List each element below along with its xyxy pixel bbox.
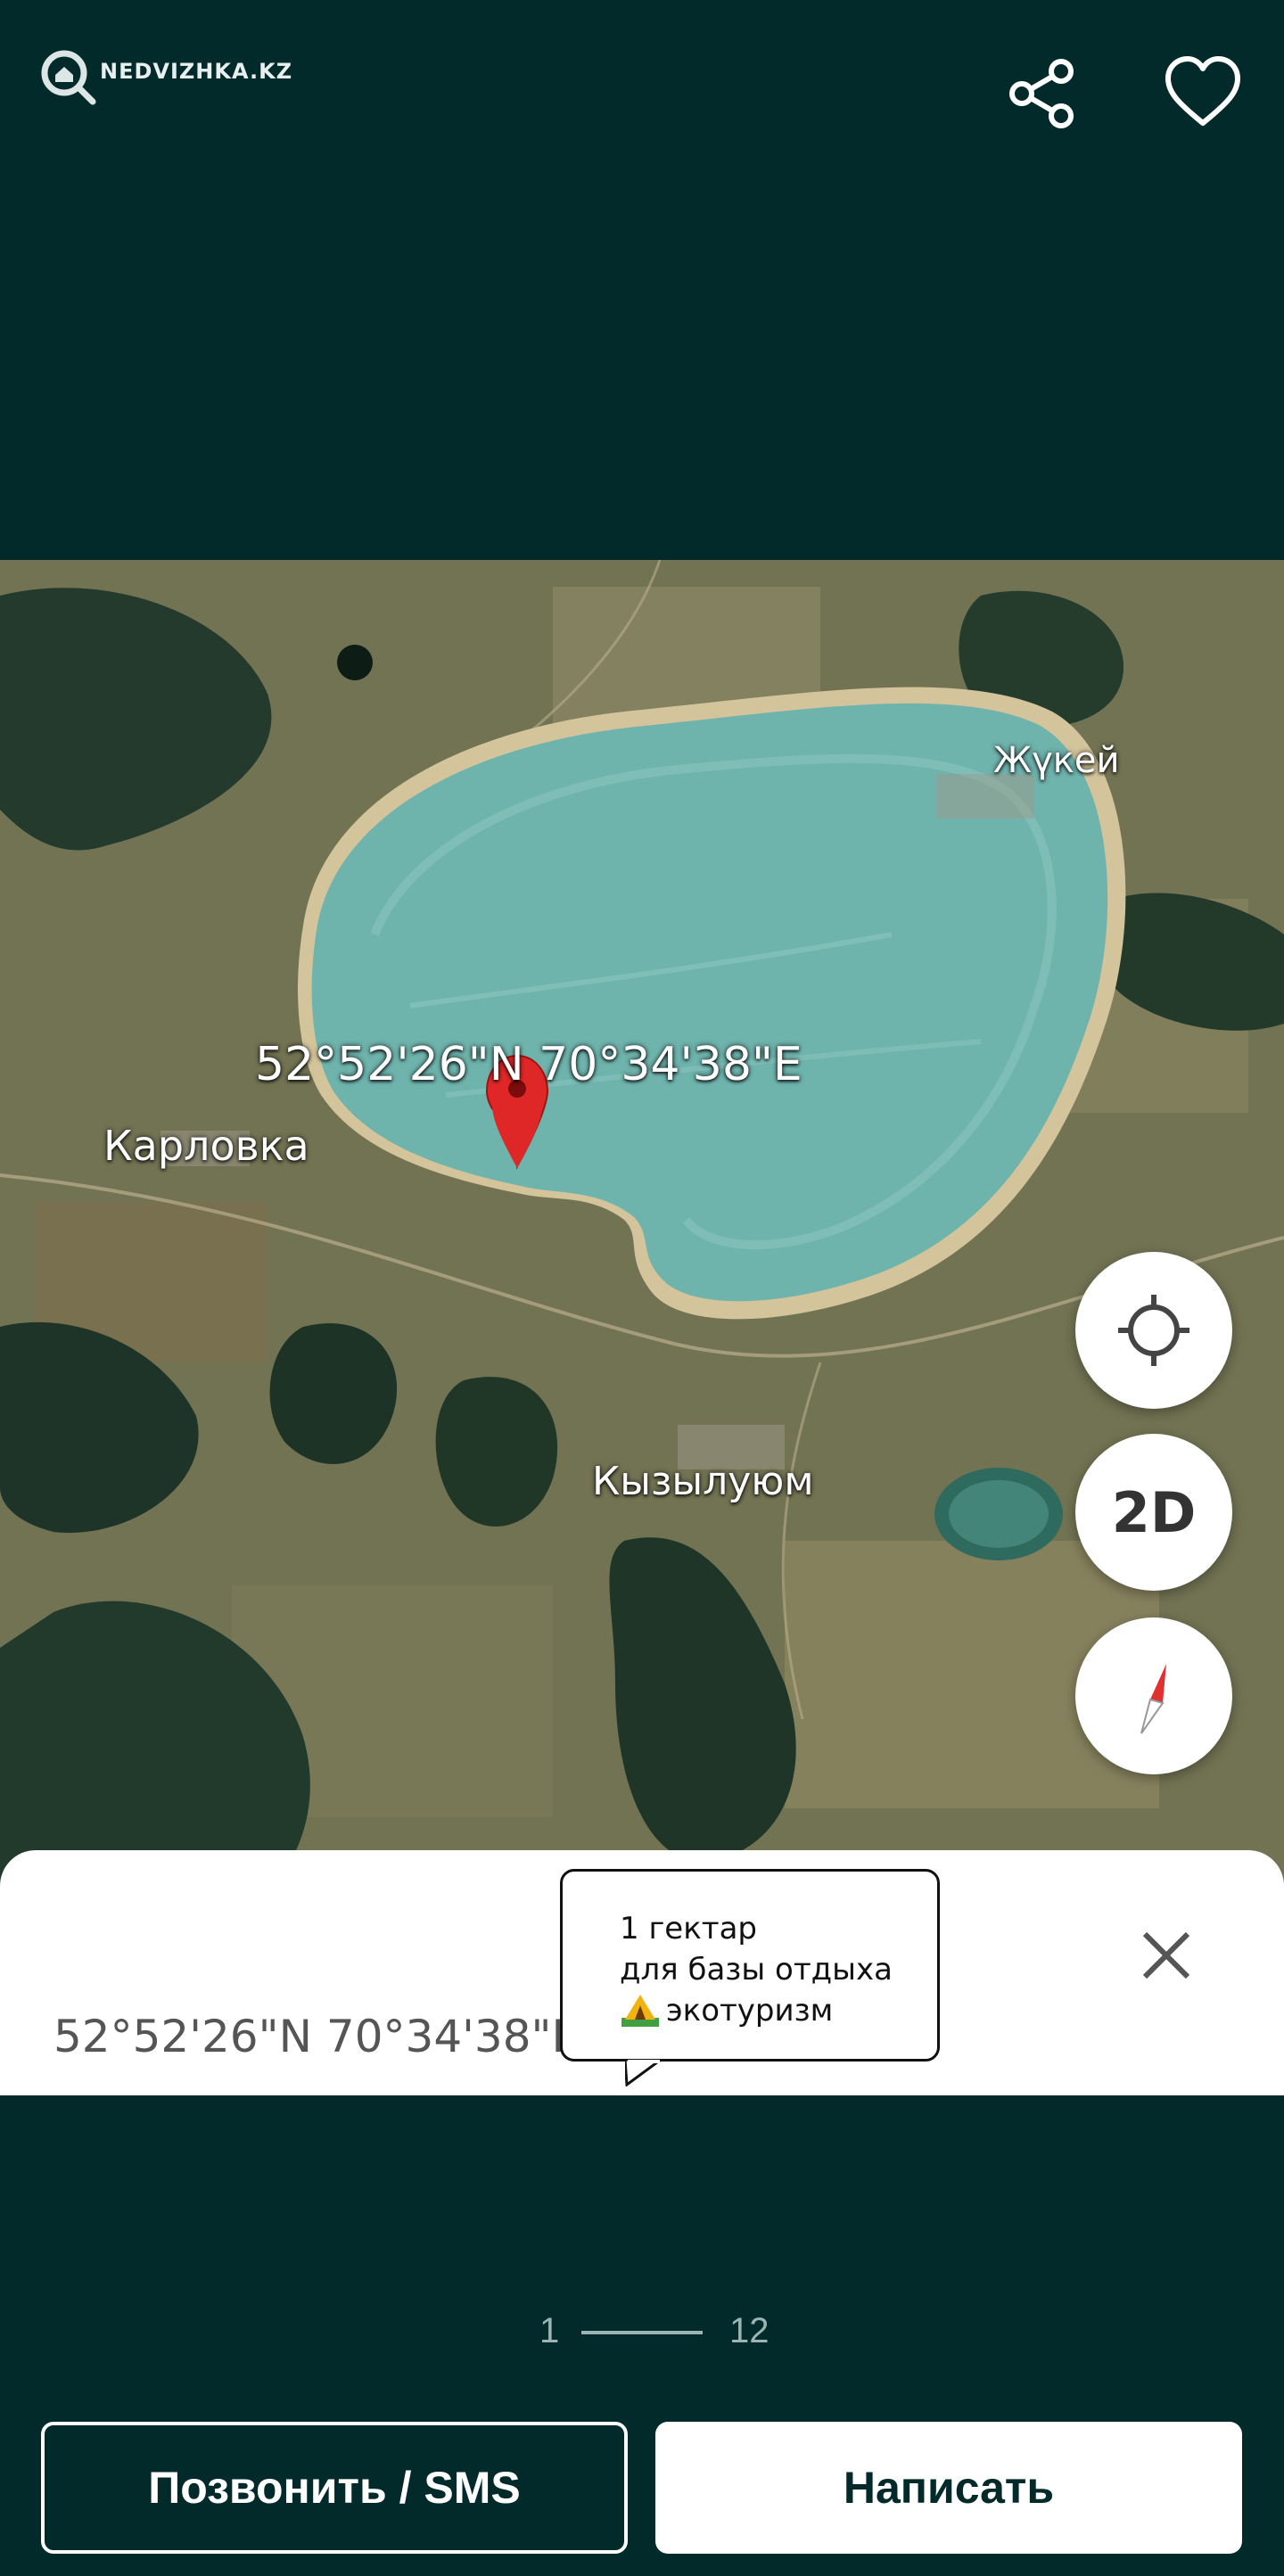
tooltip-tail: [625, 2060, 663, 2086]
place-label-zhukei: Жүкей: [993, 740, 1120, 781]
chevron-left-icon: [36, 53, 116, 134]
close-button[interactable]: [1132, 1922, 1200, 1989]
top-bar: NEDVIZHKA.KZ: [0, 0, 1284, 178]
photo-pager: 1 12: [0, 2309, 1284, 2363]
logo-text: NEDVIZHKA.KZ: [100, 59, 293, 84]
tooltip-line-3: экотуризм: [666, 1993, 834, 2029]
share-icon: [1009, 59, 1074, 128]
heart-icon: [1165, 56, 1240, 126]
annotation-tooltip: 1 гектар для базы отдыха экотуризм: [560, 1869, 940, 2086]
place-label-karlovka: Карловка: [103, 1122, 309, 1170]
compass-icon: [1140, 1664, 1166, 1734]
tooltip-line-1: 1 гектар: [620, 1911, 757, 1946]
sheet-coordinates: 52°52'26"N 70°34'38"E •: [54, 2011, 621, 2062]
close-icon: [1142, 1931, 1190, 1979]
compass-button[interactable]: [1075, 1617, 1232, 1774]
call-sms-button[interactable]: Позвонить / SMS: [41, 2422, 628, 2554]
share-button[interactable]: [1002, 53, 1082, 134]
pager-current: 1: [539, 2311, 560, 2350]
coordinates-label: 52°52'26"N 70°34'38"E: [255, 1038, 802, 1091]
favorite-button[interactable]: [1161, 52, 1245, 136]
view-mode-label: 2D: [1111, 1479, 1197, 1545]
crosshair-icon: [1118, 1295, 1189, 1366]
locate-button[interactable]: [1075, 1252, 1232, 1409]
write-message-button[interactable]: Написать: [655, 2422, 1242, 2554]
tooltip-line-2: для базы отдыха: [620, 1952, 893, 1988]
pager-total: 12: [729, 2311, 770, 2350]
back-button[interactable]: [36, 53, 116, 134]
view-mode-button[interactable]: 2D: [1075, 1434, 1232, 1591]
pager-divider: [581, 2331, 703, 2334]
camping-tent-icon: [621, 1995, 659, 2027]
place-label-kyzyluyum: Кызылуюм: [592, 1459, 814, 1504]
